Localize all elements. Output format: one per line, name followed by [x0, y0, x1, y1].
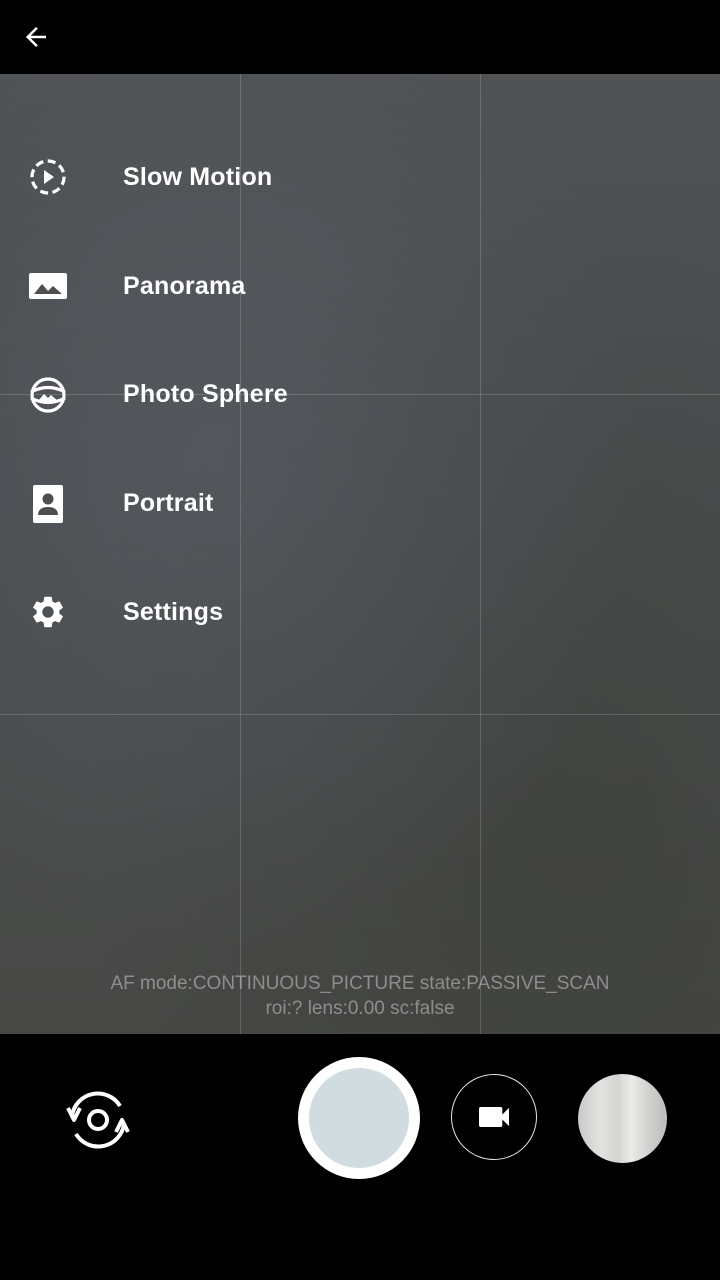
top-bar — [0, 0, 720, 74]
af-debug-line-1: AF mode:CONTINUOUS_PICTURE state:PASSIVE… — [110, 973, 610, 994]
switch-camera-button[interactable] — [62, 1084, 134, 1156]
photo-sphere-icon — [25, 372, 71, 418]
video-mode-button[interactable] — [451, 1074, 537, 1160]
af-debug-overlay: AF mode:CONTINUOUS_PICTURE state:PASSIVE… — [0, 971, 720, 1021]
menu-label: Slow Motion — [123, 162, 273, 191]
menu-item-photo-sphere[interactable]: Photo Sphere — [0, 341, 720, 450]
bottom-bar — [0, 1034, 720, 1280]
slow-motion-icon — [25, 154, 71, 200]
menu-item-portrait[interactable]: Portrait — [0, 449, 720, 558]
menu-label: Panorama — [123, 271, 246, 300]
mode-menu: Slow Motion Panorama Photo Sphere Portra… — [0, 123, 720, 667]
switch-camera-icon — [66, 1091, 130, 1149]
camera-screen: Slow Motion Panorama Photo Sphere Portra… — [0, 0, 720, 1280]
gear-icon — [25, 589, 71, 635]
menu-item-settings[interactable]: Settings — [0, 558, 720, 667]
menu-item-panorama[interactable]: Panorama — [0, 232, 720, 341]
menu-label: Settings — [123, 597, 224, 626]
menu-label: Photo Sphere — [123, 380, 288, 409]
panorama-icon — [25, 263, 71, 309]
videocam-icon — [479, 1107, 509, 1127]
grid-line — [0, 714, 720, 715]
menu-item-slow-motion[interactable]: Slow Motion — [0, 123, 720, 232]
shutter-inner — [309, 1068, 409, 1168]
back-button[interactable] — [12, 14, 60, 60]
menu-label: Portrait — [123, 489, 214, 518]
portrait-icon — [25, 481, 71, 527]
gallery-thumbnail[interactable] — [578, 1074, 667, 1163]
viewfinder[interactable]: Slow Motion Panorama Photo Sphere Portra… — [0, 74, 720, 1034]
arrow-back-icon — [26, 27, 46, 47]
shutter-button[interactable] — [298, 1057, 420, 1179]
af-debug-line-2: roi:? lens:0.00 sc:false — [265, 998, 455, 1019]
